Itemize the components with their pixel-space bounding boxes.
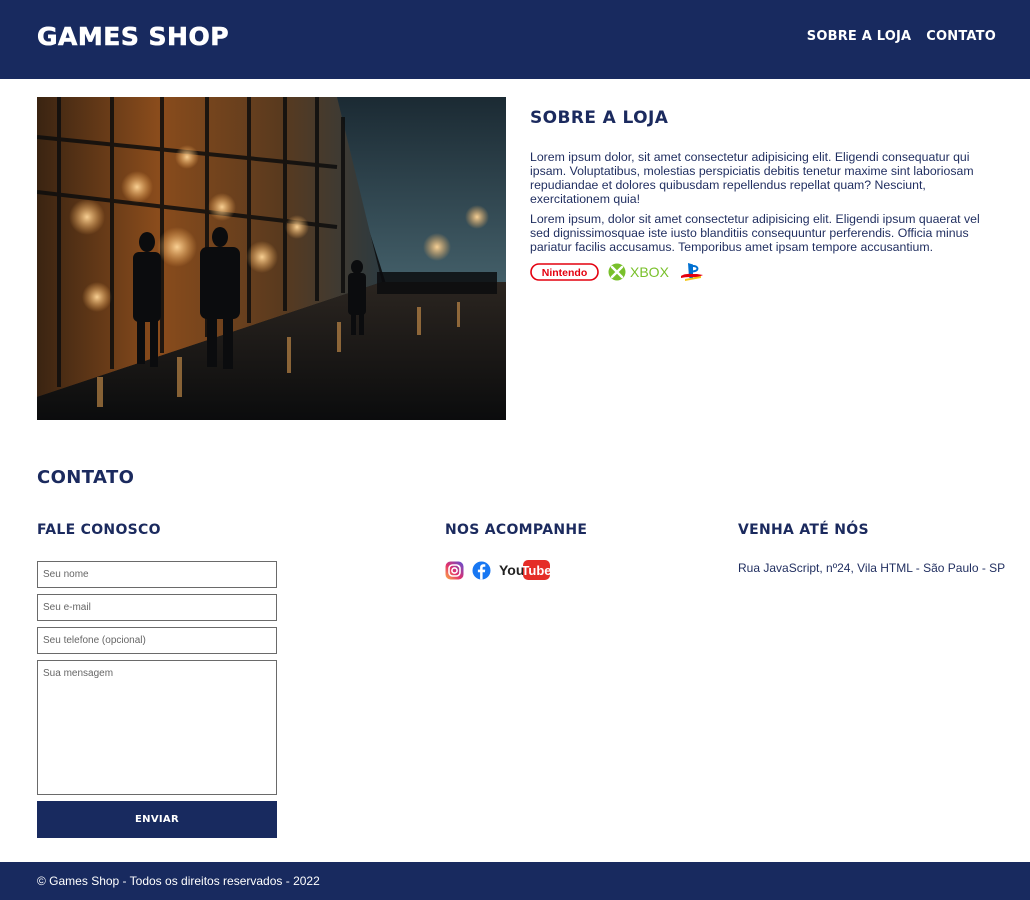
send-button[interactable]: ENVIAR: [37, 801, 277, 838]
nintendo-logo-text: Nintendo: [542, 267, 588, 279]
nintendo-logo: Nintendo: [530, 263, 599, 281]
site-logo[interactable]: GAMES SHOP: [37, 22, 229, 52]
xbox-logo: XBOX: [608, 262, 670, 282]
phone-field[interactable]: [37, 627, 277, 654]
about-paragraph-1: Lorem ipsum dolor, sit amet consectetur …: [530, 150, 974, 206]
playstation-logo: [679, 262, 705, 282]
console-brands: Nintendo XBOX: [530, 262, 1000, 282]
copyright-text: © Games Shop - Todos os direitos reserva…: [37, 874, 320, 888]
form-title: FALE CONOSCO: [37, 522, 161, 538]
site-footer: © Games Shop - Todos os direitos reserva…: [0, 862, 1030, 900]
hero-photo: [37, 97, 506, 420]
main-nav: SOBRE A LOJA CONTATO: [807, 29, 996, 44]
site-header: GAMES SHOP SOBRE A LOJA CONTATO: [0, 0, 1030, 79]
social-links: You Tube: [445, 559, 552, 586]
email-field[interactable]: [37, 594, 277, 621]
xbox-logo-text: XBOX: [630, 264, 670, 280]
store-hero-image: [37, 97, 506, 420]
instagram-icon[interactable]: [445, 561, 464, 585]
name-field[interactable]: [37, 561, 277, 588]
contact-form: ENVIAR: [37, 561, 277, 838]
youtube-icon[interactable]: You Tube: [499, 559, 552, 586]
facebook-icon[interactable]: [472, 561, 491, 585]
about-title: SOBRE A LOJA: [530, 108, 669, 128]
nav-link-sobre[interactable]: SOBRE A LOJA: [807, 29, 912, 44]
youtube-icon-tube-text: Tube: [521, 563, 551, 578]
social-title: NOS ACOMPANHE: [445, 522, 588, 538]
address-title: VENHA ATÉ NÓS: [738, 522, 869, 538]
contact-title: CONTATO: [37, 467, 135, 488]
message-field[interactable]: [37, 660, 277, 795]
store-address: Rua JavaScript, nº24, Vila HTML - São Pa…: [738, 561, 1006, 575]
about-section: SOBRE A LOJA Lorem ipsum dolor, sit amet…: [530, 108, 1000, 282]
about-paragraph-2: Lorem ipsum, dolor sit amet consectetur …: [530, 212, 980, 254]
nav-link-contato[interactable]: CONTATO: [926, 29, 996, 44]
